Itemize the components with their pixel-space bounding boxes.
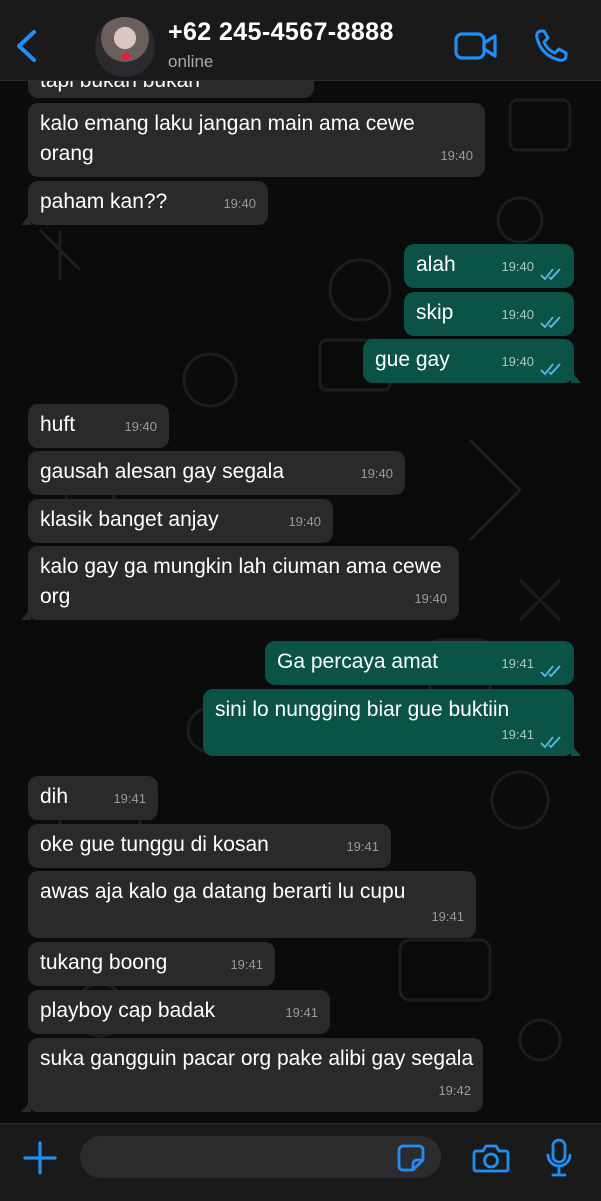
message-time: 19:41 — [285, 1005, 318, 1020]
message-bubble-outgoing[interactable]: sini lo nungging biar gue buktiin 19:41 — [203, 689, 581, 756]
read-receipt-icon — [540, 316, 561, 329]
message-text: klasik banget anjay — [40, 508, 219, 531]
message-bubble-incoming[interactable]: tukang boong 19:41 — [28, 942, 275, 986]
message-bubble-outgoing[interactable]: alah 19:40 — [404, 244, 574, 288]
message-text: alah — [416, 253, 456, 276]
message-bubble-incoming[interactable]: klasik banget anjay 19:40 — [28, 499, 333, 543]
message-bubble-outgoing[interactable]: gue gay 19:40 — [363, 339, 581, 383]
message-time: 19:40 — [501, 307, 534, 322]
message-time: 19:41 — [501, 727, 534, 742]
message-time: 19:41 — [113, 791, 146, 806]
chat-header: +62 245-4567-8888 online — [0, 0, 601, 81]
message-time: 19:40 — [124, 419, 157, 434]
message-bubble-incoming[interactable]: oke gue tunggu di kosan 19:41 — [28, 824, 391, 868]
message-bubble-incoming[interactable]: dih 19:41 — [28, 776, 158, 820]
sticker-icon[interactable] — [396, 1143, 426, 1173]
message-text: suka gangguin pacar org pake alibi gay s… — [40, 1047, 474, 1070]
message-time: 19:40 — [288, 514, 321, 529]
message-text: oke gue tunggu di kosan — [40, 833, 269, 856]
read-receipt-icon — [540, 665, 561, 678]
message-time: 19:42 — [438, 1083, 471, 1098]
message-bubble-incoming[interactable]: awas aja kalo ga datang berarti lu cupu … — [28, 871, 476, 938]
chevron-left-icon[interactable] — [8, 26, 44, 66]
message-text: kalo gay ga mungkin lah ciuman ama cewe … — [40, 555, 442, 608]
message-bubble-incoming[interactable]: kalo gay ga mungkin lah ciuman ama cewe … — [21, 546, 459, 620]
message-time: 19:40 — [360, 466, 393, 481]
message-text: paham kan?? — [40, 190, 168, 213]
message-time: 19:40 — [223, 196, 256, 211]
message-bubble-outgoing[interactable]: skip 19:40 — [404, 292, 574, 336]
message-time: 19:39 — [269, 80, 302, 92]
message-bubble-outgoing[interactable]: Ga percaya amat 19:41 — [265, 641, 574, 685]
message-time: 19:40 — [414, 591, 447, 606]
message-time: 19:40 — [440, 148, 473, 163]
message-bubble-incoming[interactable]: paham kan?? 19:40 — [21, 181, 268, 225]
contact-status: online — [168, 52, 214, 71]
message-bubble-incoming[interactable]: kalo emang laku jangan main ama cewe ora… — [28, 103, 485, 177]
microphone-icon[interactable] — [545, 1138, 573, 1178]
message-bubble-incoming[interactable]: playboy cap badak 19:41 — [28, 990, 330, 1034]
message-text: gausah alesan gay segala — [40, 460, 285, 483]
message-text: dih — [40, 785, 69, 808]
read-receipt-icon — [540, 268, 561, 281]
phone-icon[interactable] — [533, 28, 569, 64]
message-time: 19:41 — [501, 656, 534, 671]
message-list[interactable]: tapi bukan bukan 19:39 kalo emang laku j… — [0, 80, 601, 1123]
message-time: 19:40 — [501, 354, 534, 369]
message-text: playboy cap badak — [40, 999, 216, 1022]
avatar[interactable] — [95, 17, 155, 77]
contact-name[interactable]: +62 245-4567-8888 — [168, 18, 394, 47]
message-text: gue gay — [375, 348, 450, 371]
message-text: tukang boong — [40, 951, 168, 974]
composer-bar — [0, 1123, 601, 1201]
message-bubble-incoming[interactable]: gausah alesan gay segala 19:40 — [28, 451, 405, 495]
message-time: 19:41 — [346, 839, 379, 854]
camera-icon[interactable] — [472, 1142, 510, 1174]
video-camera-icon[interactable] — [454, 30, 498, 62]
message-text: awas aja kalo ga datang berarti lu cupu — [40, 880, 406, 903]
message-text: Ga percaya amat — [277, 650, 439, 673]
read-receipt-icon — [540, 736, 561, 749]
read-receipt-icon — [540, 363, 561, 376]
message-time: 19:41 — [431, 909, 464, 924]
message-text: tapi bukan bukan — [40, 80, 200, 92]
message-time: 19:41 — [230, 957, 263, 972]
message-text: skip — [416, 301, 454, 324]
message-time: 19:40 — [501, 259, 534, 274]
message-input[interactable] — [80, 1136, 441, 1178]
message-bubble-incoming[interactable]: suka gangguin pacar org pake alibi gay s… — [21, 1038, 483, 1112]
message-text: kalo emang laku jangan main ama cewe ora… — [40, 112, 415, 165]
message-bubble-incoming[interactable]: huft 19:40 — [28, 404, 169, 448]
plus-icon[interactable] — [22, 1140, 58, 1176]
message-bubble-incoming[interactable]: tapi bukan bukan 19:39 — [28, 80, 314, 98]
message-text: huft — [40, 413, 76, 436]
